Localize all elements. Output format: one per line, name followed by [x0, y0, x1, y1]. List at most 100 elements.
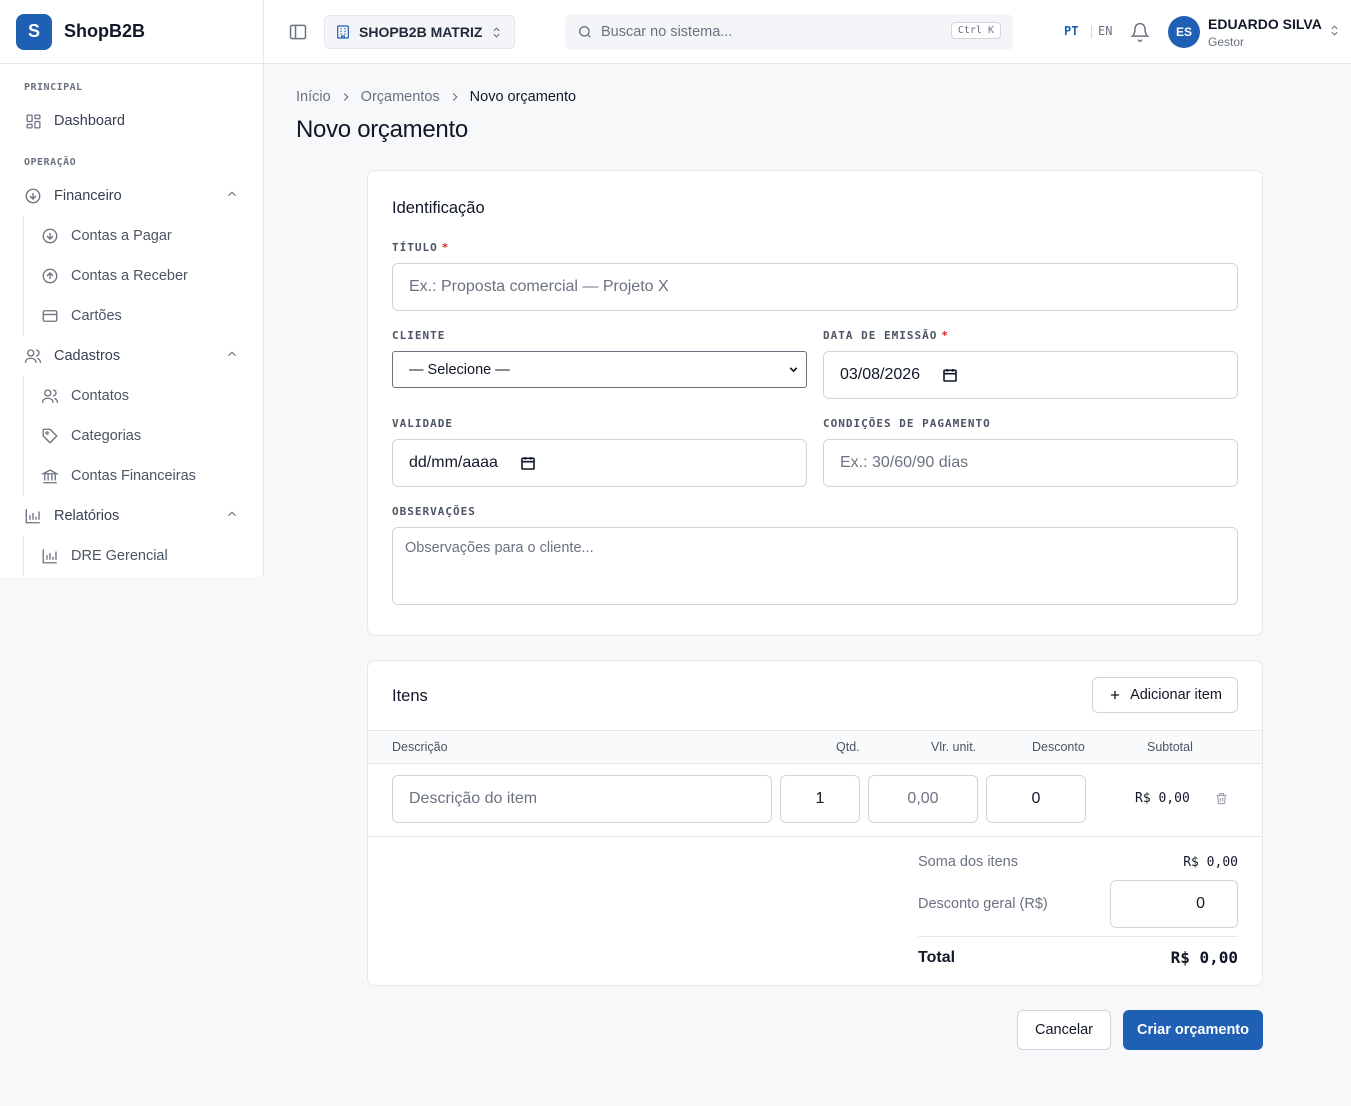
cliente-select[interactable]: — Selecione — [392, 351, 807, 388]
chevron-down-icon [787, 363, 800, 376]
search-input[interactable] [601, 24, 941, 40]
cliente-label: CLIENTE [392, 329, 446, 342]
users-icon [41, 387, 59, 405]
col-desconto: Desconto [1032, 740, 1085, 754]
sidebar-item-label: Cartões [71, 308, 122, 324]
chevron-up-icon [225, 507, 239, 525]
col-descricao: Descrição [392, 740, 448, 754]
credit-card-icon [41, 307, 59, 325]
lang-pt[interactable]: PT [1064, 24, 1078, 38]
calendar-icon[interactable] [520, 455, 536, 471]
chevron-right-icon [448, 90, 462, 104]
user-name[interactable]: EDUARDO SILVA [1208, 16, 1322, 32]
sidebar-item-cartoes[interactable]: Cartões [41, 304, 122, 328]
sidebar-item-contatos[interactable]: Contatos [41, 384, 129, 408]
bar-chart-icon [24, 507, 42, 525]
sidebar-item-relatorios[interactable]: Relatórios [24, 504, 239, 528]
arrow-down-circle-icon [24, 187, 42, 205]
breadcrumb-current: Novo orçamento [469, 89, 577, 105]
item-desconto-input[interactable]: 0 [986, 775, 1086, 823]
brand[interactable]: S ShopB2B [0, 0, 263, 64]
sidebar-toggle-icon[interactable] [288, 22, 308, 45]
item-descricao-input[interactable]: Descrição do item [392, 775, 772, 823]
chevron-up-icon [225, 187, 239, 205]
calendar-icon[interactable] [942, 367, 958, 383]
breadcrumb: Início Orçamentos Novo orçamento [296, 89, 576, 105]
titulo-input[interactable]: Ex.: Proposta comercial — Projeto X [392, 263, 1238, 311]
chevron-right-icon [339, 90, 353, 104]
sidebar-item-label: Financeiro [54, 188, 122, 204]
breadcrumb-section[interactable]: Orçamentos [361, 89, 440, 105]
total-label: Total [918, 949, 956, 966]
condicoes-input[interactable]: Ex.: 30/60/90 dias [823, 439, 1238, 487]
sidebar-item-label: Contas Financeiras [71, 468, 196, 484]
lang-en[interactable]: EN [1098, 24, 1112, 38]
avatar[interactable]: ES [1168, 16, 1200, 48]
col-vlr-unit: Vlr. unit. [931, 740, 977, 754]
observacoes-label: OBSERVAÇÕES [392, 505, 476, 518]
create-quote-button[interactable]: Criar orçamento [1123, 1010, 1263, 1050]
data-emissao-input[interactable]: 03/08/2026 [823, 351, 1238, 399]
validade-input[interactable]: dd/mm/aaaa [392, 439, 807, 487]
data-emissao-label: DATA DE EMISSÃO * [823, 329, 949, 342]
sidebar-item-cadastros[interactable]: Cadastros [24, 344, 239, 368]
itens-title: Itens [392, 687, 428, 705]
building-icon [335, 24, 351, 40]
brand-logo: S [16, 13, 52, 50]
search-bar[interactable]: Ctrl K [565, 14, 1013, 50]
sidebar-item-label: Contas a Pagar [71, 228, 172, 244]
arrow-up-circle-icon [41, 267, 59, 285]
search-icon [577, 24, 593, 40]
sidebar-item-categorias[interactable]: Categorias [41, 424, 141, 448]
sidebar: S ShopB2B PRINCIPAL Dashboard OPERAÇÃO F… [0, 0, 264, 577]
trash-icon[interactable] [1214, 791, 1229, 806]
bar-chart-icon [41, 547, 59, 565]
identificacao-title: Identificação [392, 199, 485, 217]
users-icon [24, 347, 42, 365]
col-subtotal: Subtotal [1147, 740, 1193, 754]
top-header: SHOPB2B MATRIZ Ctrl K PT | EN ES EDUARDO… [264, 0, 1351, 64]
required-mark: * [441, 241, 450, 254]
chevron-up-icon [225, 347, 239, 365]
item-qtd-input[interactable]: 1 [780, 775, 860, 823]
breadcrumb-home[interactable]: Início [296, 89, 331, 105]
shortcut-badge: Ctrl K [950, 22, 1001, 39]
bell-icon[interactable] [1130, 22, 1150, 42]
dashboard-icon [24, 112, 42, 130]
total-divider [918, 936, 1238, 937]
company-selector[interactable]: SHOPB2B MATRIZ [324, 15, 515, 49]
sidebar-item-contas-receber[interactable]: Contas a Receber [41, 264, 188, 288]
sidebar-item-contas-pagar[interactable]: Contas a Pagar [41, 224, 172, 248]
desconto-geral-input[interactable]: 0 [1110, 880, 1238, 928]
sidebar-item-label: Dashboard [54, 113, 125, 129]
item-vlr-unit-input[interactable]: 0,00 [868, 775, 978, 823]
validade-value: dd/mm/aaaa [409, 454, 498, 471]
sidebar-item-financeiro[interactable]: Financeiro [24, 184, 239, 208]
page-title: Novo orçamento [296, 116, 468, 143]
sidebar-item-label: Contas a Receber [71, 268, 188, 284]
condicoes-label: CONDIÇÕES DE PAGAMENTO [823, 417, 991, 430]
sidebar-item-dre[interactable]: DRE Gerencial [41, 544, 168, 568]
item-subtotal: R$ 0,00 [1135, 791, 1190, 806]
validade-label: VALIDADE [392, 417, 453, 430]
user-role: Gestor [1208, 35, 1245, 49]
titulo-label-text: TÍTULO [392, 241, 438, 254]
observacoes-textarea[interactable]: Observações para o cliente... [392, 527, 1238, 605]
bank-icon [41, 467, 59, 485]
chevron-up-down-icon[interactable] [1328, 24, 1341, 37]
submenu-line [23, 376, 24, 496]
arrow-down-circle-icon [41, 227, 59, 245]
sidebar-item-label: Relatórios [54, 508, 120, 524]
lang-separator: | [1088, 24, 1096, 38]
col-qtd: Qtd. [836, 740, 860, 754]
nav-section-operacao: OPERAÇÃO [24, 157, 77, 168]
soma-value: R$ 0,00 [1183, 855, 1238, 870]
sidebar-item-contas-financeiras[interactable]: Contas Financeiras [41, 464, 196, 488]
identificacao-card: Identificação TÍTULO * Ex.: Proposta come… [367, 170, 1263, 636]
row-divider [368, 836, 1262, 837]
add-item-button[interactable]: Adicionar item [1092, 677, 1238, 713]
sidebar-item-label: Categorias [71, 428, 142, 444]
sidebar-item-dashboard[interactable]: Dashboard [24, 109, 239, 133]
sidebar-item-label: Contatos [71, 388, 130, 404]
cancel-button[interactable]: Cancelar [1017, 1010, 1111, 1050]
